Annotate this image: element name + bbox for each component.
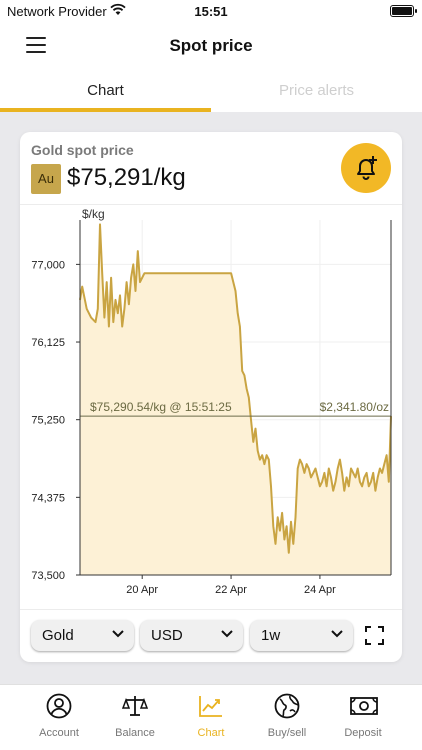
balance-scale-icon [122, 696, 148, 716]
tab-price-alerts[interactable]: Price alerts [211, 72, 422, 112]
tabbar-item-account[interactable]: Account [17, 685, 101, 750]
chevron-down-icon [112, 630, 124, 638]
tabbar-label: Deposit [344, 727, 382, 739]
metal-select[interactable]: Gold [31, 620, 134, 651]
page-title: Spot price [169, 36, 253, 55]
y-tick-label: 74,375 [31, 492, 65, 504]
y-tick-label: 73,500 [31, 570, 65, 582]
currency-select[interactable]: USD [140, 620, 243, 651]
bottom-tab-bar: Account Balance Chart Buy/sell Deposit [0, 684, 422, 750]
chevron-down-icon [331, 630, 343, 638]
globe-icon [274, 693, 300, 719]
tabbar-item-deposit[interactable]: Deposit [321, 685, 405, 750]
y-tick-label: 76,125 [31, 337, 65, 349]
chevron-down-icon [221, 630, 233, 638]
current-price-left-label: $75,290.54/kg @ 15:51:25 [90, 400, 232, 414]
tabbar-label: Account [39, 727, 79, 739]
tabbar-item-balance[interactable]: Balance [93, 685, 177, 750]
status-bar: Network Provider 15:51 [0, 0, 422, 22]
y-tick-label: 75,250 [31, 415, 65, 427]
chart-trend-icon [199, 696, 222, 717]
tabbar-item-buy-sell[interactable]: Buy/sell [245, 685, 329, 750]
x-tick-label: 22 Apr [215, 584, 247, 596]
y-axis-unit-label: $/kg [82, 207, 105, 221]
tabbar-item-chart[interactable]: Chart [169, 685, 253, 750]
y-tick-label: 77,000 [31, 259, 65, 271]
x-tick-label: 20 Apr [126, 584, 158, 596]
metal-select-value: Gold [42, 627, 74, 644]
fullscreen-icon[interactable] [365, 626, 384, 645]
deposit-cash-icon [350, 697, 378, 715]
tabbar-label: Chart [197, 727, 225, 739]
x-tick-label: 24 Apr [304, 584, 336, 596]
range-select[interactable]: 1w [250, 620, 353, 651]
controls-divider [20, 609, 402, 610]
tab-bar-top: Chart Price alerts [0, 72, 422, 112]
tab-chart[interactable]: Chart [0, 72, 211, 112]
tabbar-label: Balance [115, 727, 155, 739]
battery-icon [390, 5, 417, 17]
spot-price-card: Gold spot price Au $75,291/kg $75,290.54… [20, 132, 402, 662]
currency-select-value: USD [151, 627, 183, 644]
range-select-value: 1w [261, 627, 281, 644]
current-price-right-label: $2,341.80/oz [320, 400, 389, 414]
price-chart[interactable]: $75,290.54/kg @ 15:51:25 $2,341.80/oz $/kg… [20, 132, 402, 609]
app-header: Spot price [0, 22, 422, 72]
status-time: 15:51 [194, 4, 228, 19]
account-icon [46, 693, 72, 719]
tabbar-label: Buy/sell [267, 727, 307, 739]
